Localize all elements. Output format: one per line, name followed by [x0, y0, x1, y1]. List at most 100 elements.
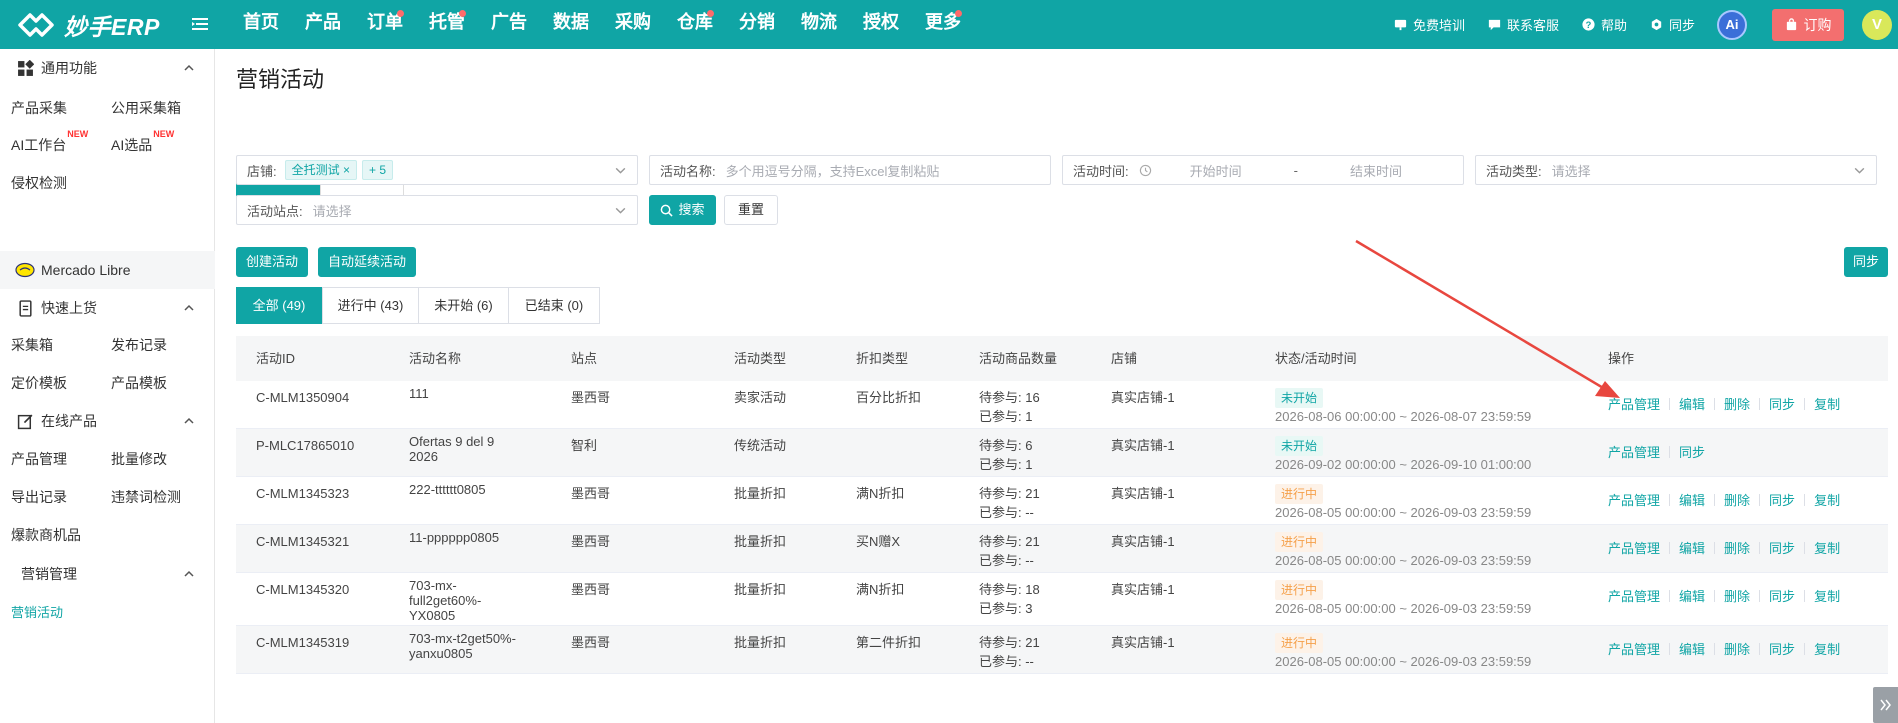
- nav-item-7[interactable]: 仓库: [664, 0, 726, 49]
- action-link[interactable]: 复制: [1814, 394, 1840, 413]
- sidebar-section-quick-listing[interactable]: 快速上货: [0, 289, 215, 327]
- action-link[interactable]: 删除: [1724, 538, 1750, 557]
- chevron-down-icon: [1854, 167, 1865, 174]
- sidebar-item-ai-workbench[interactable]: AI工作台NEW: [11, 129, 88, 155]
- main-nav: 首页 产品 订单 托管 广告 数据 采购 仓库 分销 物流 授权 更多: [230, 0, 974, 49]
- action-link[interactable]: 产品管理: [1608, 442, 1660, 461]
- tab-status-all[interactable]: 全部 (49): [236, 287, 322, 324]
- action-link[interactable]: 删除: [1724, 394, 1750, 413]
- action-link[interactable]: 删除: [1724, 490, 1750, 509]
- action-link[interactable]: 同步: [1679, 442, 1705, 461]
- end-time-placeholder[interactable]: 结束时间: [1350, 161, 1402, 180]
- nav-item-6[interactable]: 采购: [602, 0, 664, 49]
- sidebar-section-general[interactable]: 通用功能: [0, 49, 215, 87]
- menu-collapse-icon[interactable]: [190, 14, 210, 34]
- action-link[interactable]: 同步: [1769, 394, 1795, 413]
- activity-type-placeholder: 请选择: [1551, 163, 1591, 179]
- sidebar-section-online-products[interactable]: 在线产品: [0, 402, 215, 440]
- tag-close-icon[interactable]: ×: [343, 163, 350, 177]
- action-link[interactable]: 删除: [1724, 639, 1750, 658]
- nav-item-0[interactable]: 首页: [230, 0, 292, 49]
- sidebar-item-public-collect-box[interactable]: 公用采集箱: [111, 98, 181, 118]
- sidebar-item-infringement-check[interactable]: 侵权检测: [11, 173, 67, 193]
- start-time-placeholder[interactable]: 开始时间: [1190, 161, 1242, 180]
- action-link[interactable]: 产品管理: [1608, 639, 1660, 658]
- activity-name-placeholder: 多个用逗号分隔，支持Excel复制粘贴: [725, 163, 940, 179]
- ai-assistant-button[interactable]: Ai: [1717, 9, 1747, 40]
- nav-item-3[interactable]: 托管: [416, 0, 478, 49]
- app-logo[interactable]: 妙手ERP: [16, 8, 160, 42]
- action-link[interactable]: 编辑: [1679, 538, 1705, 557]
- store-select[interactable]: 店铺: 全托测试 × + 5: [236, 155, 638, 185]
- help-link[interactable]: ? 帮助: [1581, 15, 1627, 34]
- sidebar-item-collect-box[interactable]: 采集箱: [11, 335, 53, 355]
- vip-avatar[interactable]: V: [1862, 9, 1892, 40]
- action-link[interactable]: 编辑: [1679, 639, 1705, 658]
- nav-item-1[interactable]: 产品: [292, 0, 354, 49]
- action-separator: [1804, 589, 1806, 602]
- nav-item-4[interactable]: 广告: [478, 0, 540, 49]
- action-link[interactable]: 产品管理: [1608, 490, 1660, 509]
- action-link[interactable]: 删除: [1724, 586, 1750, 605]
- sidebar-item-forbidden-word-check[interactable]: 违禁词检测: [111, 487, 181, 507]
- nav-item-11[interactable]: 更多: [912, 0, 974, 49]
- sidebar-item-batch-edit[interactable]: 批量修改: [111, 449, 167, 469]
- platform-mercado-libre[interactable]: Mercado Libre: [0, 251, 215, 289]
- notification-dot: [397, 10, 404, 17]
- nav-item-2[interactable]: 订单: [354, 0, 416, 49]
- action-link[interactable]: 编辑: [1679, 490, 1705, 509]
- notification-dot: [707, 10, 714, 17]
- create-activity-button[interactable]: 创建活动: [236, 247, 308, 277]
- sidebar-item-hot-products[interactable]: 爆款商机品: [11, 525, 81, 545]
- action-link[interactable]: 复制: [1814, 586, 1840, 605]
- action-link[interactable]: 复制: [1814, 490, 1840, 509]
- tab-status-in-progress[interactable]: 进行中 (43): [322, 287, 419, 324]
- nav-item-8[interactable]: 分销: [726, 0, 788, 49]
- sidebar-item-product-collect[interactable]: 产品采集: [11, 98, 67, 118]
- sidebar-item-marketing-activities[interactable]: 营销活动: [11, 602, 63, 621]
- nav-item-5[interactable]: 数据: [540, 0, 602, 49]
- discount-type-cell: 满N折扣: [856, 582, 905, 597]
- store-cell: 真实店铺-1: [1111, 582, 1175, 597]
- action-link[interactable]: 产品管理: [1608, 586, 1660, 605]
- sidebar-section-marketing[interactable]: 营销管理: [0, 555, 215, 593]
- sidebar-item-publish-records[interactable]: 发布记录: [111, 335, 167, 355]
- activity-type-select[interactable]: 活动类型: 请选择: [1475, 155, 1877, 185]
- action-link[interactable]: 编辑: [1679, 586, 1705, 605]
- reset-button[interactable]: 重置: [724, 195, 778, 225]
- sidebar-item-ai-selection[interactable]: AI选品NEW: [111, 129, 174, 155]
- free-training-link[interactable]: 免费培训: [1393, 15, 1465, 34]
- action-link[interactable]: 编辑: [1679, 394, 1705, 413]
- activity-time-cell: 2026-08-05 00:00:00 ~ 2026-09-03 23:59:5…: [1275, 553, 1532, 568]
- action-link[interactable]: 产品管理: [1608, 538, 1660, 557]
- new-badge: NEW: [153, 129, 175, 140]
- activity-site-select[interactable]: 活动站点: 请选择: [236, 195, 638, 225]
- nav-item-9[interactable]: 物流: [788, 0, 850, 49]
- tab-status-not-started[interactable]: 未开始 (6): [418, 287, 509, 324]
- help-label: 帮助: [1600, 18, 1627, 33]
- action-link[interactable]: 同步: [1769, 639, 1795, 658]
- tab-status-ended[interactable]: 已结束 (0): [508, 287, 600, 324]
- action-link[interactable]: 同步: [1769, 538, 1795, 557]
- sidebar-item-export-records[interactable]: 导出记录: [11, 487, 67, 507]
- sidebar-item-product-template[interactable]: 产品模板: [111, 373, 167, 393]
- activity-time-range[interactable]: 活动时间: 开始时间 - 结束时间: [1062, 155, 1464, 185]
- nav-item-10[interactable]: 授权: [850, 0, 912, 49]
- action-link[interactable]: 复制: [1814, 538, 1840, 557]
- auto-extend-activity-button[interactable]: 自动延续活动: [318, 247, 416, 277]
- activity-name-input[interactable]: 活动名称: 多个用逗号分隔，支持Excel复制粘贴: [649, 155, 1051, 185]
- contact-support-link[interactable]: 联系客服: [1487, 15, 1559, 34]
- sidebar-item-product-management[interactable]: 产品管理: [11, 449, 67, 469]
- collapse-panel-button[interactable]: [1873, 687, 1898, 723]
- sidebar-item-pricing-template[interactable]: 定价模板: [11, 373, 67, 393]
- header-sync-link[interactable]: 同步: [1649, 15, 1695, 34]
- sync-button[interactable]: 同步: [1844, 247, 1888, 277]
- search-button[interactable]: 搜索: [649, 195, 716, 225]
- action-link[interactable]: 同步: [1769, 490, 1795, 509]
- action-link[interactable]: 产品管理: [1608, 394, 1660, 413]
- action-link[interactable]: 复制: [1814, 639, 1840, 658]
- action-link[interactable]: 同步: [1769, 586, 1795, 605]
- order-button[interactable]: 订购: [1772, 8, 1844, 41]
- nav-item-label: 授权: [863, 12, 899, 32]
- discount-type-cell: 第二件折扣: [856, 635, 922, 650]
